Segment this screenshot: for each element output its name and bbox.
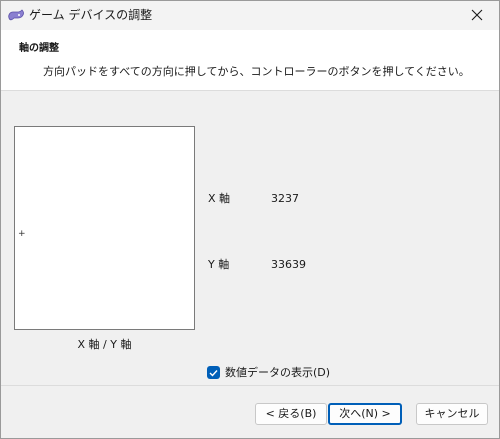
axis-position-marker: +: [18, 229, 26, 239]
y-axis-label: Y 軸: [208, 258, 230, 271]
next-button[interactable]: 次へ(N) >: [328, 403, 402, 425]
xy-axis-caption: X 軸 / Y 軸: [77, 338, 132, 351]
x-axis-value: 3237: [271, 192, 299, 205]
header-panel: 軸の調整 方向パッドをすべての方向に押してから、コントローラーのボタンを押してく…: [1, 30, 499, 91]
show-values-label[interactable]: 数値データの表示(D): [225, 365, 330, 380]
instruction-text: 方向パッドをすべての方向に押してから、コントローラーのボタンを押してください。: [43, 65, 470, 78]
footer-button-bar: < 戻る(B) 次へ(N) > キャンセル: [1, 385, 499, 438]
page-title: 軸の調整: [19, 43, 59, 54]
checkbox-checked-icon[interactable]: [207, 366, 220, 379]
y-axis-value: 33639: [271, 258, 306, 271]
show-values-checkbox[interactable]: 数値データの表示(D): [207, 365, 330, 380]
game-controller-icon: [7, 8, 25, 22]
close-button[interactable]: [455, 1, 499, 30]
back-button[interactable]: < 戻る(B): [255, 403, 327, 425]
close-icon: [471, 6, 483, 25]
game-device-calibration-dialog: ゲーム デバイスの調整 軸の調整 方向パッドをすべての方向に押してから、コントロ…: [0, 0, 500, 439]
window-title: ゲーム デバイスの調整: [29, 8, 153, 22]
xy-axis-display: +: [14, 126, 195, 330]
title-bar: ゲーム デバイスの調整: [1, 1, 499, 30]
x-axis-label: X 軸: [208, 192, 231, 205]
cancel-button[interactable]: キャンセル: [416, 403, 488, 425]
